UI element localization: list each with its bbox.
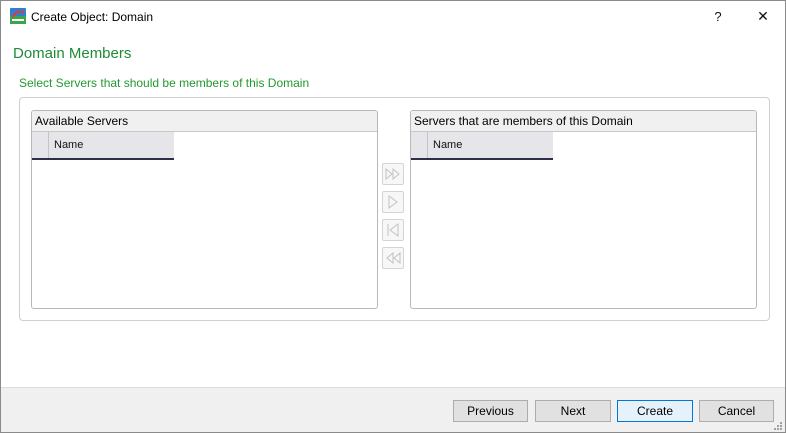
- available-servers-header: Available Servers: [32, 111, 377, 132]
- dialog-window: Create Object: Domain ? ✕ Domain Members…: [0, 0, 786, 433]
- help-button[interactable]: ?: [701, 1, 735, 32]
- members-group: Available Servers Name Servers that are …: [19, 97, 770, 321]
- row-selector-header: [32, 132, 49, 158]
- column-label: Name: [54, 139, 84, 151]
- cancel-button[interactable]: Cancel: [699, 400, 774, 422]
- app-icon: [10, 8, 26, 24]
- close-button[interactable]: ✕: [741, 1, 785, 32]
- window-title: Create Object: Domain: [31, 10, 154, 24]
- page-title: Domain Members: [13, 45, 132, 62]
- member-name-column-header[interactable]: Name: [411, 132, 553, 160]
- row-selector-header: [411, 132, 428, 158]
- member-servers-header: Servers that are members of this Domain: [411, 111, 756, 132]
- add-selected-icon: [388, 195, 398, 209]
- add-all-icon: [385, 168, 400, 180]
- title-bar: Create Object: Domain ? ✕: [1, 1, 785, 32]
- previous-button[interactable]: Previous: [453, 400, 528, 422]
- remove-all-icon: [386, 252, 401, 264]
- available-name-column-header[interactable]: Name: [32, 132, 174, 160]
- add-all-button[interactable]: [382, 163, 404, 185]
- add-selected-button[interactable]: [382, 191, 404, 213]
- resize-grip-icon[interactable]: [773, 421, 783, 431]
- remove-all-button[interactable]: [382, 247, 404, 269]
- page-subtitle: Select Servers that should be members of…: [19, 76, 310, 90]
- create-button[interactable]: Create: [617, 400, 693, 422]
- next-button[interactable]: Next: [535, 400, 611, 422]
- remove-selected-button[interactable]: [382, 219, 404, 241]
- remove-selected-icon: [387, 223, 399, 237]
- dialog-footer: Previous Next Create Cancel: [1, 387, 785, 432]
- member-servers-panel[interactable]: Servers that are members of this Domain …: [410, 110, 757, 309]
- column-label: Name: [433, 139, 463, 151]
- available-servers-panel[interactable]: Available Servers Name: [31, 110, 378, 309]
